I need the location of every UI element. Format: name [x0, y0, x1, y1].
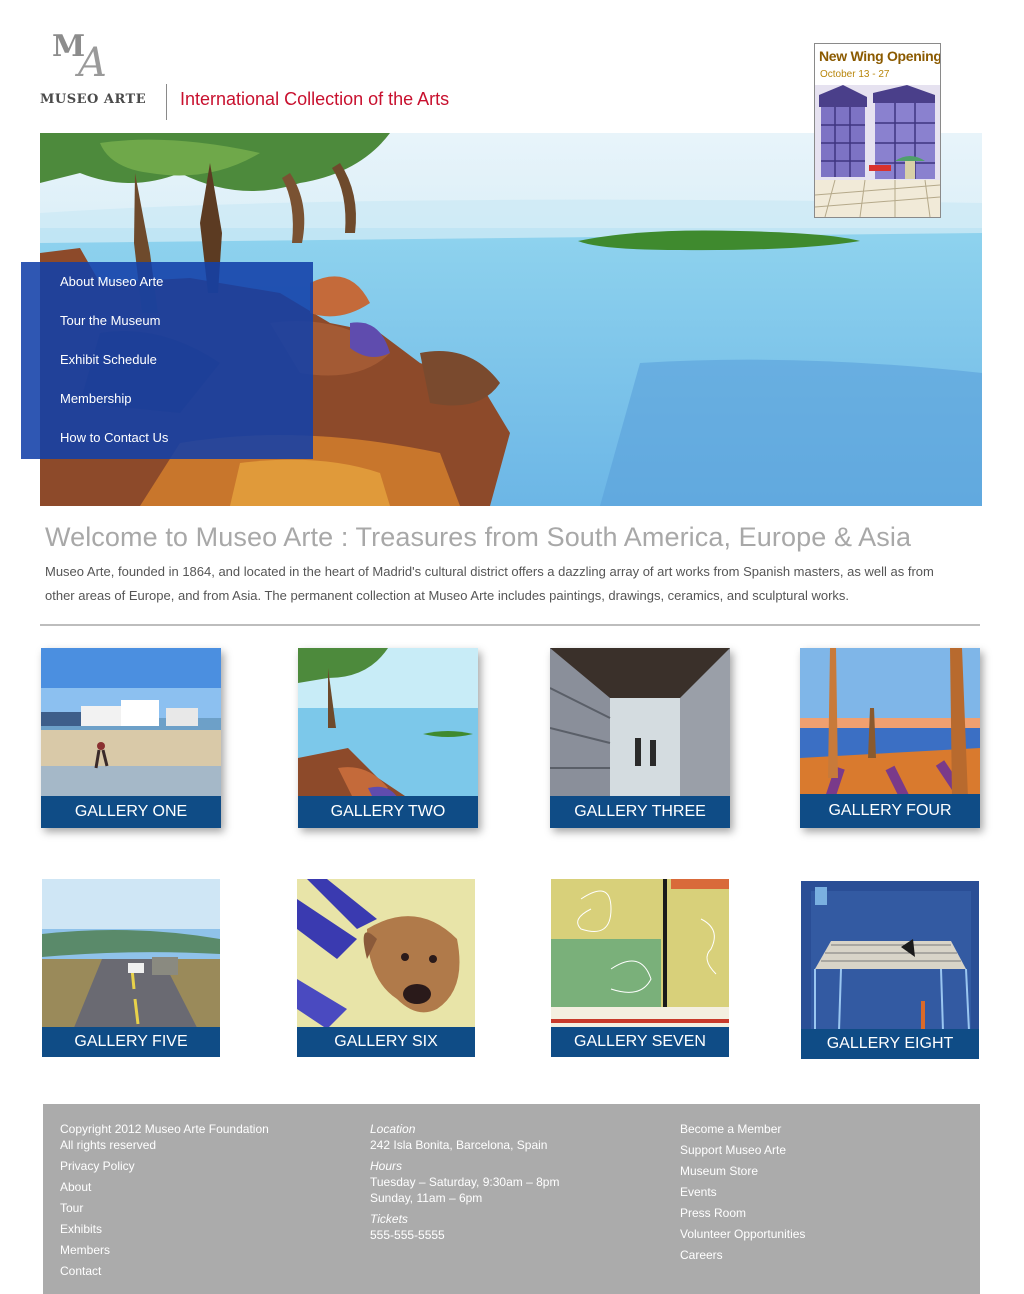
new-wing-promo[interactable]: New Wing Opening October 13 - 27 — [814, 43, 941, 218]
footer-link-press[interactable]: Press Room — [680, 1206, 746, 1220]
nav-item-about[interactable]: About Museo Arte — [60, 274, 163, 289]
tickets-phone[interactable]: 555-555-5555 — [370, 1228, 445, 1242]
gallery-three-label: GALLERY THREE — [550, 796, 730, 828]
gallery-two-label: GALLERY TWO — [298, 796, 478, 828]
footer-link-volunteer[interactable]: Volunteer Opportunities — [680, 1227, 805, 1241]
hours-heading: Hours — [370, 1159, 403, 1173]
gallery-five-label: GALLERY FIVE — [42, 1027, 220, 1057]
gallery-four-tile[interactable]: GALLERY FOUR — [800, 648, 980, 831]
footer-link-careers[interactable]: Careers — [680, 1248, 723, 1262]
footer-link-events[interactable]: Events — [680, 1185, 717, 1199]
copyright-text: Copyright 2012 Museo Arte Foundation — [60, 1122, 269, 1136]
site-footer: Copyright 2012 Museo Arte Foundation All… — [43, 1104, 980, 1294]
nav-item-membership[interactable]: Membership — [60, 391, 132, 406]
nav-item-contact[interactable]: How to Contact Us — [60, 430, 168, 445]
gallery-seven-label: GALLERY SEVEN — [551, 1027, 729, 1057]
site-tagline: International Collection of the Arts — [180, 89, 450, 109]
address-text: 242 Isla Bonita, Barcelona, Spain — [370, 1138, 548, 1152]
footer-link-about[interactable]: About — [60, 1180, 91, 1194]
footer-link-tour[interactable]: Tour — [60, 1201, 83, 1215]
rights-text: All rights reserved — [60, 1138, 157, 1152]
ma-monogram-logo: M A — [52, 30, 107, 78]
nav-item-tour[interactable]: Tour the Museum — [60, 313, 160, 328]
promo-title: New Wing Opening — [819, 48, 941, 64]
gallery-four-label: GALLERY FOUR — [800, 794, 980, 828]
section-divider — [40, 624, 980, 626]
svg-text:A: A — [74, 40, 107, 78]
promo-dates: October 13 - 27 — [820, 69, 890, 80]
gallery-eight-label: GALLERY EIGHT — [801, 1029, 979, 1059]
header-divider — [166, 84, 167, 120]
gallery-one-label: GALLERY ONE — [41, 796, 221, 828]
footer-link-contact[interactable]: Contact — [60, 1264, 101, 1278]
new-wing-illustration — [815, 85, 940, 217]
nav-item-exhibit-schedule[interactable]: Exhibit Schedule — [60, 352, 157, 367]
footer-link-privacy[interactable]: Privacy Policy — [60, 1159, 135, 1173]
footer-link-become-member[interactable]: Become a Member — [680, 1122, 781, 1136]
footer-link-exhibits[interactable]: Exhibits — [60, 1222, 102, 1236]
tickets-heading: Tickets — [370, 1212, 408, 1226]
gallery-six-label: GALLERY SIX — [297, 1027, 475, 1057]
gallery-two-tile[interactable]: GALLERY TWO — [298, 648, 478, 828]
footer-link-store[interactable]: Museum Store — [680, 1164, 758, 1178]
main-nav-menu: About Museo Arte Tour the Museum Exhibit… — [21, 262, 313, 459]
gallery-eight-tile[interactable]: GALLERY EIGHT — [801, 881, 979, 1059]
museo-arte-logo[interactable]: M A MUSEO ARTE — [40, 30, 160, 115]
location-heading: Location — [370, 1122, 416, 1136]
gallery-five-tile[interactable]: GALLERY FIVE — [42, 879, 220, 1058]
footer-link-support[interactable]: Support Museo Arte — [680, 1143, 786, 1157]
footer-link-members[interactable]: Members — [60, 1243, 110, 1257]
hours-sunday: Sunday, 11am – 6pm — [370, 1191, 483, 1205]
gallery-six-tile[interactable]: GALLERY SIX — [297, 879, 475, 1057]
gallery-three-tile[interactable]: GALLERY THREE — [550, 648, 730, 828]
welcome-body: Museo Arte, founded in 1864, and located… — [45, 564, 934, 603]
welcome-heading: Welcome to Museo Arte : Treasures from S… — [45, 522, 912, 552]
gallery-seven-tile[interactable]: GALLERY SEVEN — [551, 879, 729, 1057]
gallery-one-tile[interactable]: GALLERY ONE — [41, 648, 221, 828]
hours-weekday: Tuesday – Saturday, 9:30am – 8pm — [370, 1175, 560, 1189]
logo-wordmark: MUSEO ARTE — [40, 92, 147, 107]
